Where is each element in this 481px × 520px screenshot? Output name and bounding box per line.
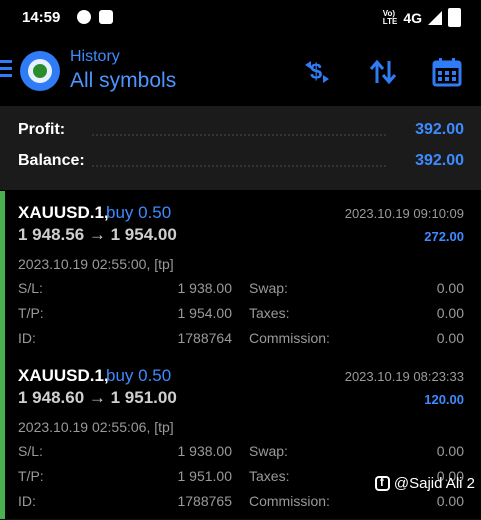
sl-value: 1 938.00	[177, 280, 233, 296]
deal-prices: 1 948.60 → 1 951.00	[18, 388, 177, 407]
deal-item[interactable]: XAUUSD.1, buy 0.50 1 948.60 → 1 951.00 2…	[0, 354, 481, 520]
sl-value: 1 938.00	[177, 443, 233, 459]
status-right: Vo) LTE 4G	[383, 8, 461, 27]
app-bar: History All symbols $	[0, 36, 481, 106]
deal-profit: 272.00	[424, 229, 464, 244]
tp-label: T/P:	[18, 305, 44, 321]
sl-label: S/L:	[18, 280, 43, 296]
watermark-text: @Sajid Ali 2	[393, 475, 475, 492]
network-label: 4G	[403, 9, 422, 26]
menu-icon[interactable]	[0, 60, 12, 78]
summary-panel: Profit: 392.00 Balance: 392.00	[0, 106, 481, 190]
deal-indicator	[0, 191, 5, 356]
profit-row: Profit: 392.00	[18, 121, 464, 145]
commission-value: 0.00	[436, 493, 464, 509]
facebook-icon	[99, 10, 113, 24]
id-label: ID:	[18, 330, 36, 346]
balance-value: 392.00	[415, 152, 464, 169]
id-label: ID:	[18, 493, 36, 509]
dotted-leader	[92, 134, 386, 136]
swap-label: Swap:	[249, 280, 288, 296]
tp-value: 1 951.00	[177, 468, 233, 484]
deal-close-time: 2023.10.19 08:23:33	[344, 369, 464, 384]
swap-value: 0.00	[436, 280, 464, 296]
swap-value: 0.00	[436, 443, 464, 459]
watermark: @Sajid Ali 2	[374, 475, 475, 492]
deal-indicator	[0, 354, 5, 519]
profit-label: Profit:	[18, 121, 66, 138]
currency-filter-icon[interactable]: $	[302, 57, 332, 87]
profit-value: 392.00	[415, 121, 464, 138]
deal-open-info: 2023.10.19 02:55:00, [tp]	[18, 256, 174, 272]
deal-prices: 1 948.56 → 1 954.00	[18, 225, 177, 244]
tp-value: 1 954.00	[177, 305, 233, 321]
symbol-filter[interactable]: All symbols	[70, 69, 176, 93]
sl-label: S/L:	[18, 443, 43, 459]
id-value: 1788765	[177, 493, 232, 509]
balance-label: Balance:	[18, 152, 85, 169]
commission-label: Commission:	[249, 493, 330, 509]
balance-row: Balance: 392.00	[18, 152, 464, 176]
battery-icon	[448, 8, 461, 27]
deal-symbol: XAUUSD.1,	[18, 203, 109, 222]
status-bar: 14:59 Vo) LTE 4G	[0, 0, 481, 36]
status-time: 14:59	[22, 9, 61, 26]
deal-open-info: 2023.10.19 02:55:06, [tp]	[18, 419, 174, 435]
app-logo[interactable]	[20, 51, 60, 91]
swap-label: Swap:	[249, 443, 288, 459]
tp-label: T/P:	[18, 468, 44, 484]
volte-icon: Vo) LTE	[382, 8, 398, 26]
dotted-leader	[92, 165, 386, 167]
deal-item[interactable]: XAUUSD.1, buy 0.50 1 948.56 → 1 954.00 2…	[0, 191, 481, 357]
svg-text:$: $	[310, 59, 322, 84]
calendar-icon[interactable]	[432, 57, 462, 87]
taxes-label: Taxes:	[249, 305, 290, 321]
deal-symbol: XAUUSD.1,	[18, 366, 109, 385]
commission-value: 0.00	[436, 330, 464, 346]
deal-type: buy 0.50	[106, 203, 172, 222]
facebook-icon	[374, 475, 390, 491]
taxes-value: 0.00	[436, 305, 464, 321]
deal-close-time: 2023.10.19 09:10:09	[344, 206, 464, 221]
signal-icon	[428, 10, 442, 25]
taxes-label: Taxes:	[249, 468, 290, 484]
page-title: History	[70, 48, 120, 65]
messenger-icon	[77, 10, 91, 24]
deal-profit: 120.00	[424, 392, 464, 407]
id-value: 1788764	[177, 330, 232, 346]
sort-icon[interactable]	[368, 57, 398, 87]
commission-label: Commission:	[249, 330, 330, 346]
deal-type: buy 0.50	[106, 366, 172, 385]
